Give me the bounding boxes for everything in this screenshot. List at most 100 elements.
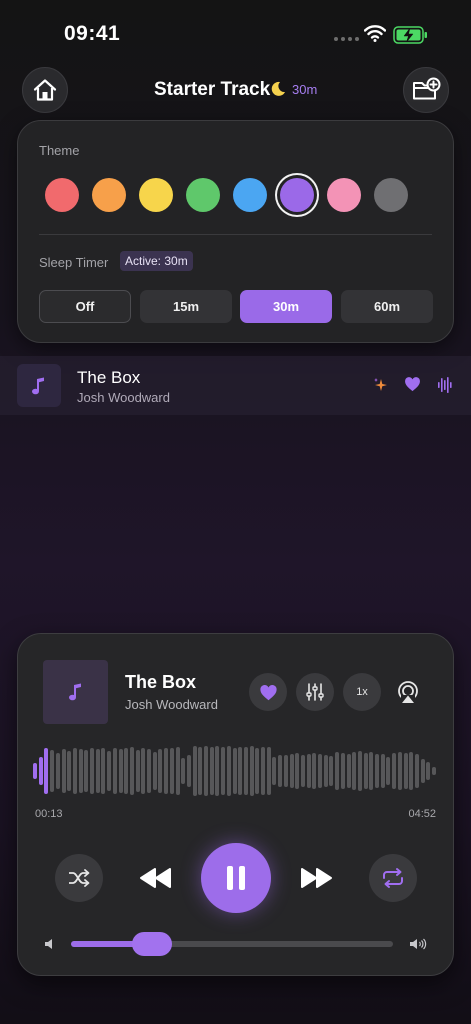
volume-low-icon <box>45 939 52 949</box>
battery-charging-icon <box>393 26 427 44</box>
waveform-bar <box>392 752 397 790</box>
sleep-timer-badge: 30m <box>292 82 318 97</box>
waveform-bar <box>249 746 254 796</box>
waveform-bar <box>55 752 60 790</box>
waveform-bar <box>380 754 385 788</box>
repeat-button[interactable] <box>369 854 417 902</box>
theme-swatch-blue[interactable] <box>233 178 267 212</box>
theme-swatch-yellow[interactable] <box>139 178 173 212</box>
waveform-icon[interactable] <box>437 376 453 394</box>
volume-thumb[interactable] <box>131 932 172 956</box>
waveform-bar <box>33 763 37 779</box>
waveform-bar <box>129 747 134 795</box>
waveform-bar <box>255 747 260 795</box>
waveform-bar <box>204 746 208 796</box>
waveform-bar <box>67 750 72 792</box>
waveform-bar <box>226 746 231 796</box>
theme-swatch-purple[interactable] <box>280 178 314 212</box>
heart-icon[interactable] <box>404 376 421 392</box>
pause-button[interactable] <box>201 843 271 913</box>
waveform-bar <box>232 747 237 795</box>
waveform-bar <box>335 751 340 791</box>
timer-option-60m[interactable]: 60m <box>341 290 433 323</box>
waveform-bar <box>289 754 294 788</box>
timer-option-30m[interactable]: 30m <box>240 290 332 323</box>
waveform-bar <box>318 753 322 789</box>
waveform-bar <box>363 752 368 790</box>
home-button[interactable] <box>22 67 68 113</box>
sleep-timer-label: Sleep Timer <box>39 255 109 270</box>
waveform-bar <box>323 754 328 788</box>
favorite-button[interactable] <box>249 673 287 711</box>
heart-icon <box>259 684 277 700</box>
airplay-icon[interactable] <box>396 680 420 704</box>
waveform-bar <box>50 749 55 793</box>
music-note-icon <box>68 683 81 701</box>
now-playing-card: The Box Josh Woodward 1x 00:13 04:52 <box>17 633 454 976</box>
waveform-bar <box>386 757 391 785</box>
waveform-bar <box>181 758 186 784</box>
rewind-icon[interactable] <box>139 867 172 889</box>
sparkle-icon[interactable] <box>373 376 389 394</box>
waveform-bar <box>312 752 317 790</box>
waveform-bar <box>266 747 271 795</box>
waveform-bar <box>340 752 345 790</box>
waveform-bar <box>238 746 243 796</box>
timer-option-15m[interactable]: 15m <box>140 290 232 323</box>
divider <box>39 234 432 235</box>
waveform-bar <box>175 747 180 795</box>
status-bar: 09:41 <box>0 0 471 60</box>
timer-option-off[interactable]: Off <box>39 290 131 323</box>
theme-swatch-pink[interactable] <box>327 178 361 212</box>
shuffle-button[interactable] <box>55 854 103 902</box>
settings-panel: Theme Sleep Timer Active: 30m Off 15m 30… <box>17 120 454 343</box>
add-folder-button[interactable] <box>403 67 449 113</box>
wifi-icon <box>364 25 386 42</box>
waveform-bar <box>198 747 203 795</box>
repeat-icon <box>383 868 403 888</box>
album-art <box>17 364 61 407</box>
waveform-bar <box>346 753 351 789</box>
home-icon <box>33 79 57 101</box>
theme-swatch-red[interactable] <box>45 178 79 212</box>
waveform-bar <box>141 747 146 795</box>
theme-swatch-gray[interactable] <box>374 178 408 212</box>
shuffle-icon <box>69 869 90 887</box>
folder-plus-icon <box>413 77 441 100</box>
waveform-bar <box>369 752 374 790</box>
waveform-bar <box>215 746 220 796</box>
waveform-bar <box>352 752 357 790</box>
waveform-bar <box>409 752 414 790</box>
song-artist: Josh Woodward <box>77 390 170 405</box>
waveform-scrubber[interactable] <box>33 745 439 797</box>
waveform-bar <box>426 762 431 780</box>
waveform-bar <box>403 753 408 789</box>
theme-swatch-green[interactable] <box>186 178 220 212</box>
theme-swatch-orange[interactable] <box>92 178 126 212</box>
volume-slider[interactable] <box>71 932 393 956</box>
waveform-bar <box>38 756 43 786</box>
waveform-bar <box>397 751 402 791</box>
pause-icon <box>227 866 245 890</box>
waveform-bar <box>44 747 49 795</box>
equalizer-button[interactable] <box>296 673 334 711</box>
waveform-bar <box>164 747 169 795</box>
waveform-bar <box>375 753 379 789</box>
waveform-bar <box>420 759 425 783</box>
total-time: 04:52 <box>408 808 436 820</box>
waveform-bar <box>118 748 123 794</box>
volume-high-icon <box>410 938 427 950</box>
waveform-bar <box>209 746 214 796</box>
waveform-bar <box>357 751 362 791</box>
waveform-bar <box>72 748 77 794</box>
list-item[interactable]: The Box Josh Woodward <box>0 356 471 415</box>
waveform-bar <box>272 756 277 786</box>
playback-speed-button[interactable]: 1x <box>343 673 381 711</box>
waveform-bar <box>95 748 100 794</box>
moon-icon <box>271 81 285 96</box>
waveform-bar <box>283 755 288 787</box>
waveform-bar <box>107 751 112 791</box>
song-title: The Box <box>77 368 141 387</box>
fast-forward-icon[interactable] <box>300 867 333 889</box>
waveform-bar <box>300 754 305 788</box>
